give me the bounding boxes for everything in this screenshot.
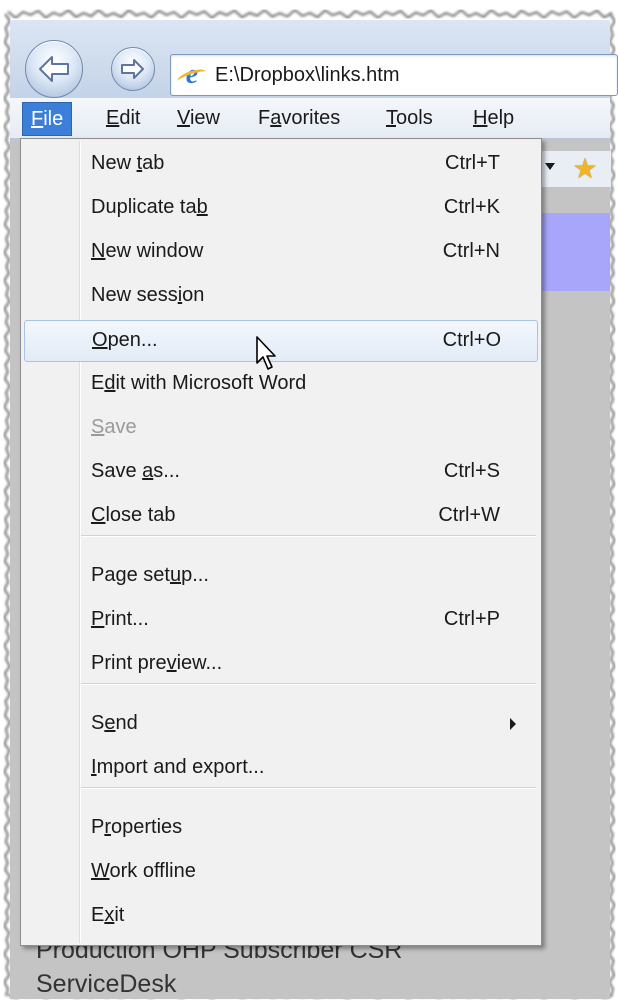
menu-item-shortcut: Ctrl+W: [438, 504, 500, 526]
address-bar[interactable]: e E:\Dropbox\links.htm: [170, 54, 618, 96]
menu-item[interactable]: Import and export...: [24, 748, 536, 788]
menu-item-label: Work offline: [91, 860, 196, 882]
menu-item-label: New session: [91, 284, 205, 306]
menubar-item[interactable]: Edit: [98, 104, 148, 132]
address-url[interactable]: E:\Dropbox\links.htm: [215, 64, 400, 87]
back-arrow-icon: [39, 56, 69, 82]
menu-separator: [81, 535, 536, 537]
file-menu: New tab Ctrl+T Duplicate tab Ctrl+K New wind…: [20, 138, 542, 946]
menubar-item[interactable]: File: [22, 102, 73, 136]
menu-separator: [81, 787, 536, 789]
menu-item-label: Print preview...: [91, 652, 223, 674]
menu-item-shortcut: Ctrl+N: [442, 240, 500, 262]
menu-item[interactable]: Properties: [24, 808, 536, 848]
menu-item-shortcut: Ctrl+P: [443, 608, 500, 630]
menu-item-label: Close tab: [91, 504, 176, 526]
menu-item-label: Import and export...: [91, 756, 265, 778]
menu-item-shortcut: Ctrl+K: [443, 196, 500, 218]
back-button[interactable]: [25, 40, 83, 98]
menu-item-label: Save as...: [91, 460, 180, 482]
menu-item-shortcut: Ctrl+S: [443, 460, 500, 482]
menu-item-label: Open...: [92, 329, 158, 351]
menu-item[interactable]: Close tab Ctrl+W: [24, 496, 536, 536]
page-banner: [530, 213, 610, 291]
menu-item: Save: [24, 408, 536, 448]
menu-item-shortcut: Ctrl+T: [445, 152, 500, 174]
menu-item[interactable]: Page setup...: [24, 556, 536, 596]
menu-item[interactable]: New session: [24, 276, 536, 316]
menu-item-label: Duplicate tab: [91, 196, 208, 218]
menu-item-shortcut: Ctrl+O: [442, 329, 501, 351]
page-link-text[interactable]: ServiceDesk: [36, 970, 176, 999]
menu-item-label: Properties: [91, 816, 183, 838]
forward-arrow-icon: [121, 59, 144, 79]
menu-item[interactable]: Print preview...: [24, 644, 536, 684]
menubar-item[interactable]: View: [169, 104, 228, 132]
menu-item[interactable]: Save as... Ctrl+S: [24, 452, 536, 492]
forward-button[interactable]: [111, 47, 155, 91]
favorites-toolbar: ★: [538, 151, 611, 187]
menu-item[interactable]: Send: [24, 704, 536, 744]
menu-item[interactable]: Open... Ctrl+O: [24, 320, 538, 362]
submenu-arrow-icon: [510, 718, 516, 730]
menu-item[interactable]: Duplicate tab Ctrl+K: [24, 188, 536, 228]
menu-bar: File Edit View Favorites Tools Help: [10, 98, 610, 139]
menu-item[interactable]: Print... Ctrl+P: [24, 600, 536, 640]
menu-separator: [81, 683, 536, 685]
favorites-star-icon[interactable]: ★: [571, 155, 599, 183]
menu-item-label: Save: [91, 416, 137, 438]
menu-item-label: Edit with Microsoft Word: [91, 372, 307, 394]
menu-item[interactable]: Work offline: [24, 852, 536, 892]
menubar-item[interactable]: Favorites: [250, 104, 348, 132]
menu-item-label: Send: [91, 712, 138, 734]
menu-item[interactable]: New tab Ctrl+T: [24, 144, 536, 184]
browser-toolbar: e E:\Dropbox\links.htm: [10, 20, 618, 98]
menubar-item[interactable]: Tools: [378, 104, 441, 132]
menubar-item[interactable]: Help: [465, 104, 522, 132]
chevron-down-icon[interactable]: [545, 163, 555, 170]
menu-item-label: Print...: [91, 608, 149, 630]
menu-item-label: New tab: [91, 152, 165, 174]
menu-item-label: Exit: [91, 904, 125, 926]
menu-item-label: New window: [91, 240, 204, 262]
menu-item[interactable]: Exit: [24, 896, 536, 936]
ie-page-icon: e: [179, 61, 205, 89]
menu-item-label: Page setup...: [91, 564, 209, 586]
mouse-cursor-icon: [256, 336, 276, 370]
menu-item[interactable]: New window Ctrl+N: [24, 232, 536, 272]
